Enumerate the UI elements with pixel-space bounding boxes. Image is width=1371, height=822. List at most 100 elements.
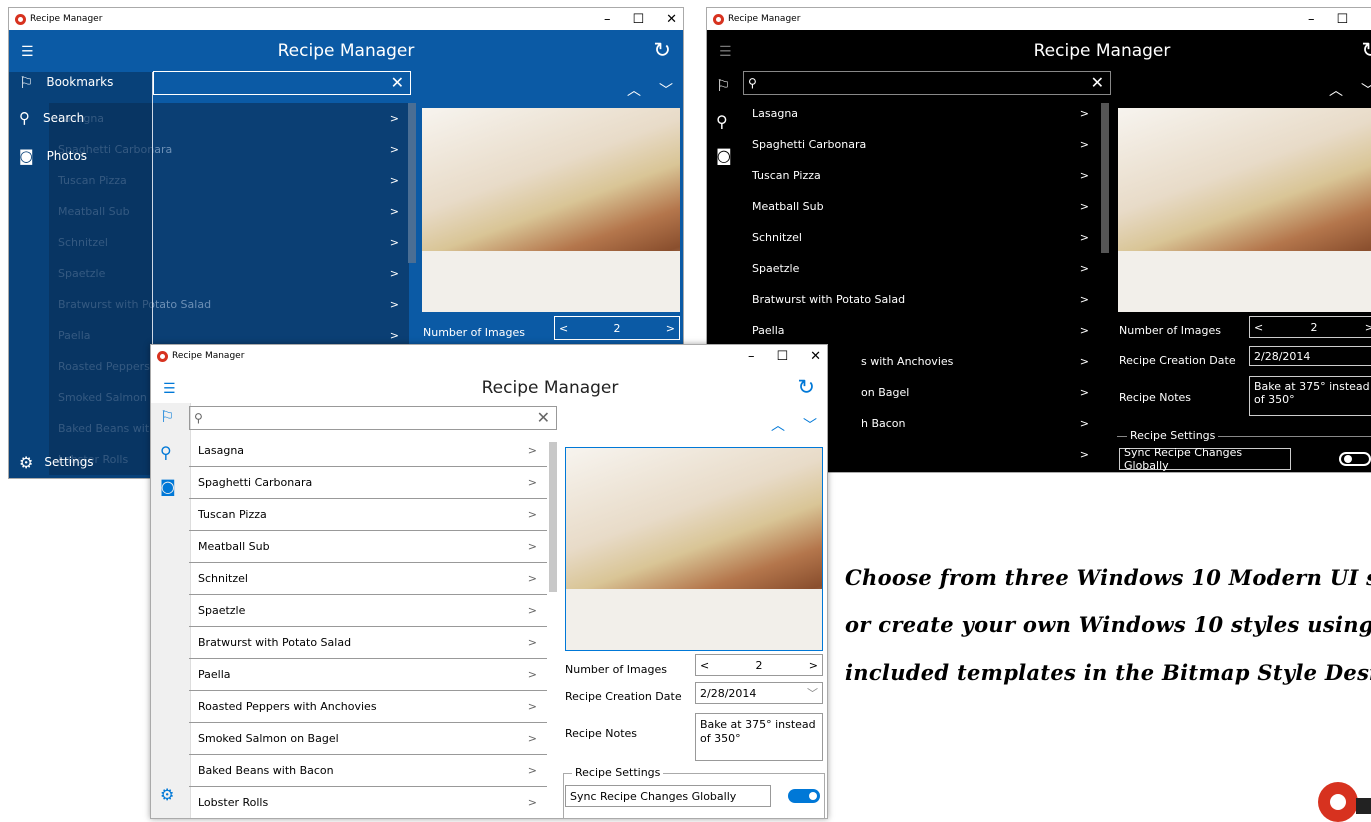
refresh-icon[interactable]: ↻ [1361,38,1371,62]
close-button[interactable]: ✕ [666,12,677,27]
search-icon: ⚲ [748,76,757,90]
maximize-button[interactable]: ☐ [632,12,644,27]
list-item[interactable]: Bratwurst with Potato Salad> [743,284,1099,315]
settings-group-label: Recipe Settings [1127,429,1219,442]
camera-icon[interactable]: ◙ [160,477,176,496]
clear-icon[interactable]: ✕ [537,408,550,427]
search-icon[interactable]: ⚲ [160,443,172,462]
list-item[interactable]: Baked Beans with Bacon > [189,755,547,787]
minimize-button[interactable]: – [604,12,611,27]
app-header: ☰ Recipe Manager ↻ [707,30,1371,72]
list-item[interactable]: Spaetzle> [743,253,1099,284]
creation-date-picker[interactable]: 2/28/2014 [1249,346,1371,366]
blue-scrollbar[interactable] [408,103,416,263]
nav-item-search[interactable]: ⚲ Search [19,108,84,128]
list-item[interactable]: Roasted Peppers with Anchovies > [189,691,547,723]
sync-label-box: Sync Recipe Changes Globally [565,785,771,807]
maximize-button[interactable]: ☐ [1336,12,1348,27]
light-rail: ⚐ ⚲ ◙ ⚙ [151,403,191,818]
app-logo-icon [713,13,724,25]
list-item[interactable]: Spaghetti Carbonara> [743,129,1099,160]
hamburger-icon[interactable]: ☰ [21,44,34,60]
app-logo-icon [157,350,168,362]
num-images-stepper[interactable]: <2> [1249,316,1371,338]
light-titlebar: Recipe Manager – ☐ ✕ [151,345,827,367]
gear-icon[interactable]: ⚙ [160,785,174,804]
hamburger-icon[interactable]: ☰ [719,44,732,60]
window-controls: – ☐ ✕ [604,8,677,30]
chevron-left-icon[interactable]: < [559,322,568,335]
notes-field[interactable]: Bake at 375° instead of 350° [695,713,823,761]
list-item[interactable]: Bratwurst with Potato Salad> [189,627,547,659]
creation-date-picker[interactable]: 2/28/2014 ﹀ [695,682,823,704]
chevron-up-icon[interactable]: ︿ [771,415,785,435]
list-item[interactable]: Lobster Rolls > [189,787,547,818]
list-item[interactable]: Spaetzle> [189,595,547,627]
chevron-left-icon[interactable]: < [1254,321,1263,334]
notes-field[interactable]: Bake at 375° instead of 350° [1249,376,1371,416]
nav-item-photos[interactable]: ◙ Photos [19,146,87,166]
recipe-photo [565,447,823,651]
list-item[interactable]: Tuscan Pizza> [743,160,1099,191]
light-scrollbar[interactable] [549,442,557,592]
minimize-button[interactable]: – [1308,12,1315,27]
chevron-right-icon[interactable]: > [809,659,818,672]
minimize-button[interactable]: – [748,349,755,364]
chevron-down-icon[interactable]: ﹀ [1361,80,1371,100]
list-item[interactable]: Smoked Salmon on Bagel > [189,723,547,755]
maximize-button[interactable]: ☐ [776,349,788,364]
nav-item-bookmarks[interactable]: ⚐ Bookmarks [19,72,113,92]
chevron-down-icon[interactable]: ﹀ [803,415,817,435]
list-item[interactable]: Paella> [189,659,547,691]
window-title: Recipe Manager [728,14,801,24]
list-item[interactable]: Tuscan Pizza> [189,499,547,531]
clear-icon[interactable]: ✕ [391,73,404,92]
chevron-right-icon[interactable]: > [1365,321,1371,334]
chevron-down-icon[interactable]: ﹀ [659,80,673,100]
recipe-photo [1118,108,1371,312]
blue-search-input[interactable]: ✕ [153,71,411,95]
camera-icon: ◙ [19,147,34,165]
num-images-stepper[interactable]: <2> [695,654,823,676]
blue-nav-arrows: ︿ ﹀ [627,80,673,100]
list-item[interactable]: Schnitzel> [189,563,547,595]
list-item[interactable]: Lasagna> [743,98,1099,129]
app-logo-icon [15,13,26,25]
refresh-icon[interactable]: ↻ [797,375,815,399]
chevron-left-icon[interactable]: < [700,659,709,672]
chevron-right-icon[interactable]: > [666,322,675,335]
close-button[interactable]: ✕ [810,349,821,364]
sync-toggle[interactable] [788,789,820,803]
light-search-input[interactable]: ⚲ ✕ [189,406,557,430]
sync-toggle[interactable] [1339,452,1371,466]
flag-icon[interactable]: ⚐ [160,407,174,426]
window-controls: – ☐ ✕ [748,345,821,367]
chevron-up-icon[interactable]: ︿ [627,80,641,100]
camera-icon[interactable]: ◙ [716,146,732,165]
nav-item-settings[interactable]: ⚙ Settings [19,452,94,472]
window-title: Recipe Manager [30,14,103,24]
chevron-up-icon[interactable]: ︿ [1329,80,1343,100]
list-item[interactable]: Meatball Sub> [743,191,1099,222]
app-header: ☰ Recipe Manager ↻ [9,30,683,72]
chevron-down-icon: ﹀ [807,687,818,700]
list-item[interactable]: Lasagna> [189,435,547,467]
notes-label: Recipe Notes [565,727,638,740]
notes-label: Recipe Notes [1119,391,1192,404]
search-icon[interactable]: ⚲ [716,112,728,131]
dark-scrollbar[interactable] [1101,103,1109,253]
list-item[interactable]: Schnitzel> [743,222,1099,253]
hamburger-icon[interactable]: ☰ [163,381,176,397]
list-item[interactable]: Meatball Sub> [189,531,547,563]
flag-icon[interactable]: ⚐ [716,76,730,95]
blue-titlebar: Recipe Manager – ☐ ✕ [9,8,683,30]
num-images-stepper[interactable]: <2> [554,316,680,340]
creation-date-label: Recipe Creation Date [1119,354,1236,367]
dark-search-input[interactable]: ⚲ ✕ [743,71,1111,95]
refresh-icon[interactable]: ↻ [653,38,671,62]
recipe-photo [422,108,680,312]
clear-icon[interactable]: ✕ [1091,73,1104,92]
light-recipe-list: Lasagna > Spaghetti Carbonara > Tuscan Piz… [189,435,547,818]
list-item[interactable]: Spaghetti Carbonara> [189,467,547,499]
list-item[interactable]: Paella> [743,315,1099,346]
